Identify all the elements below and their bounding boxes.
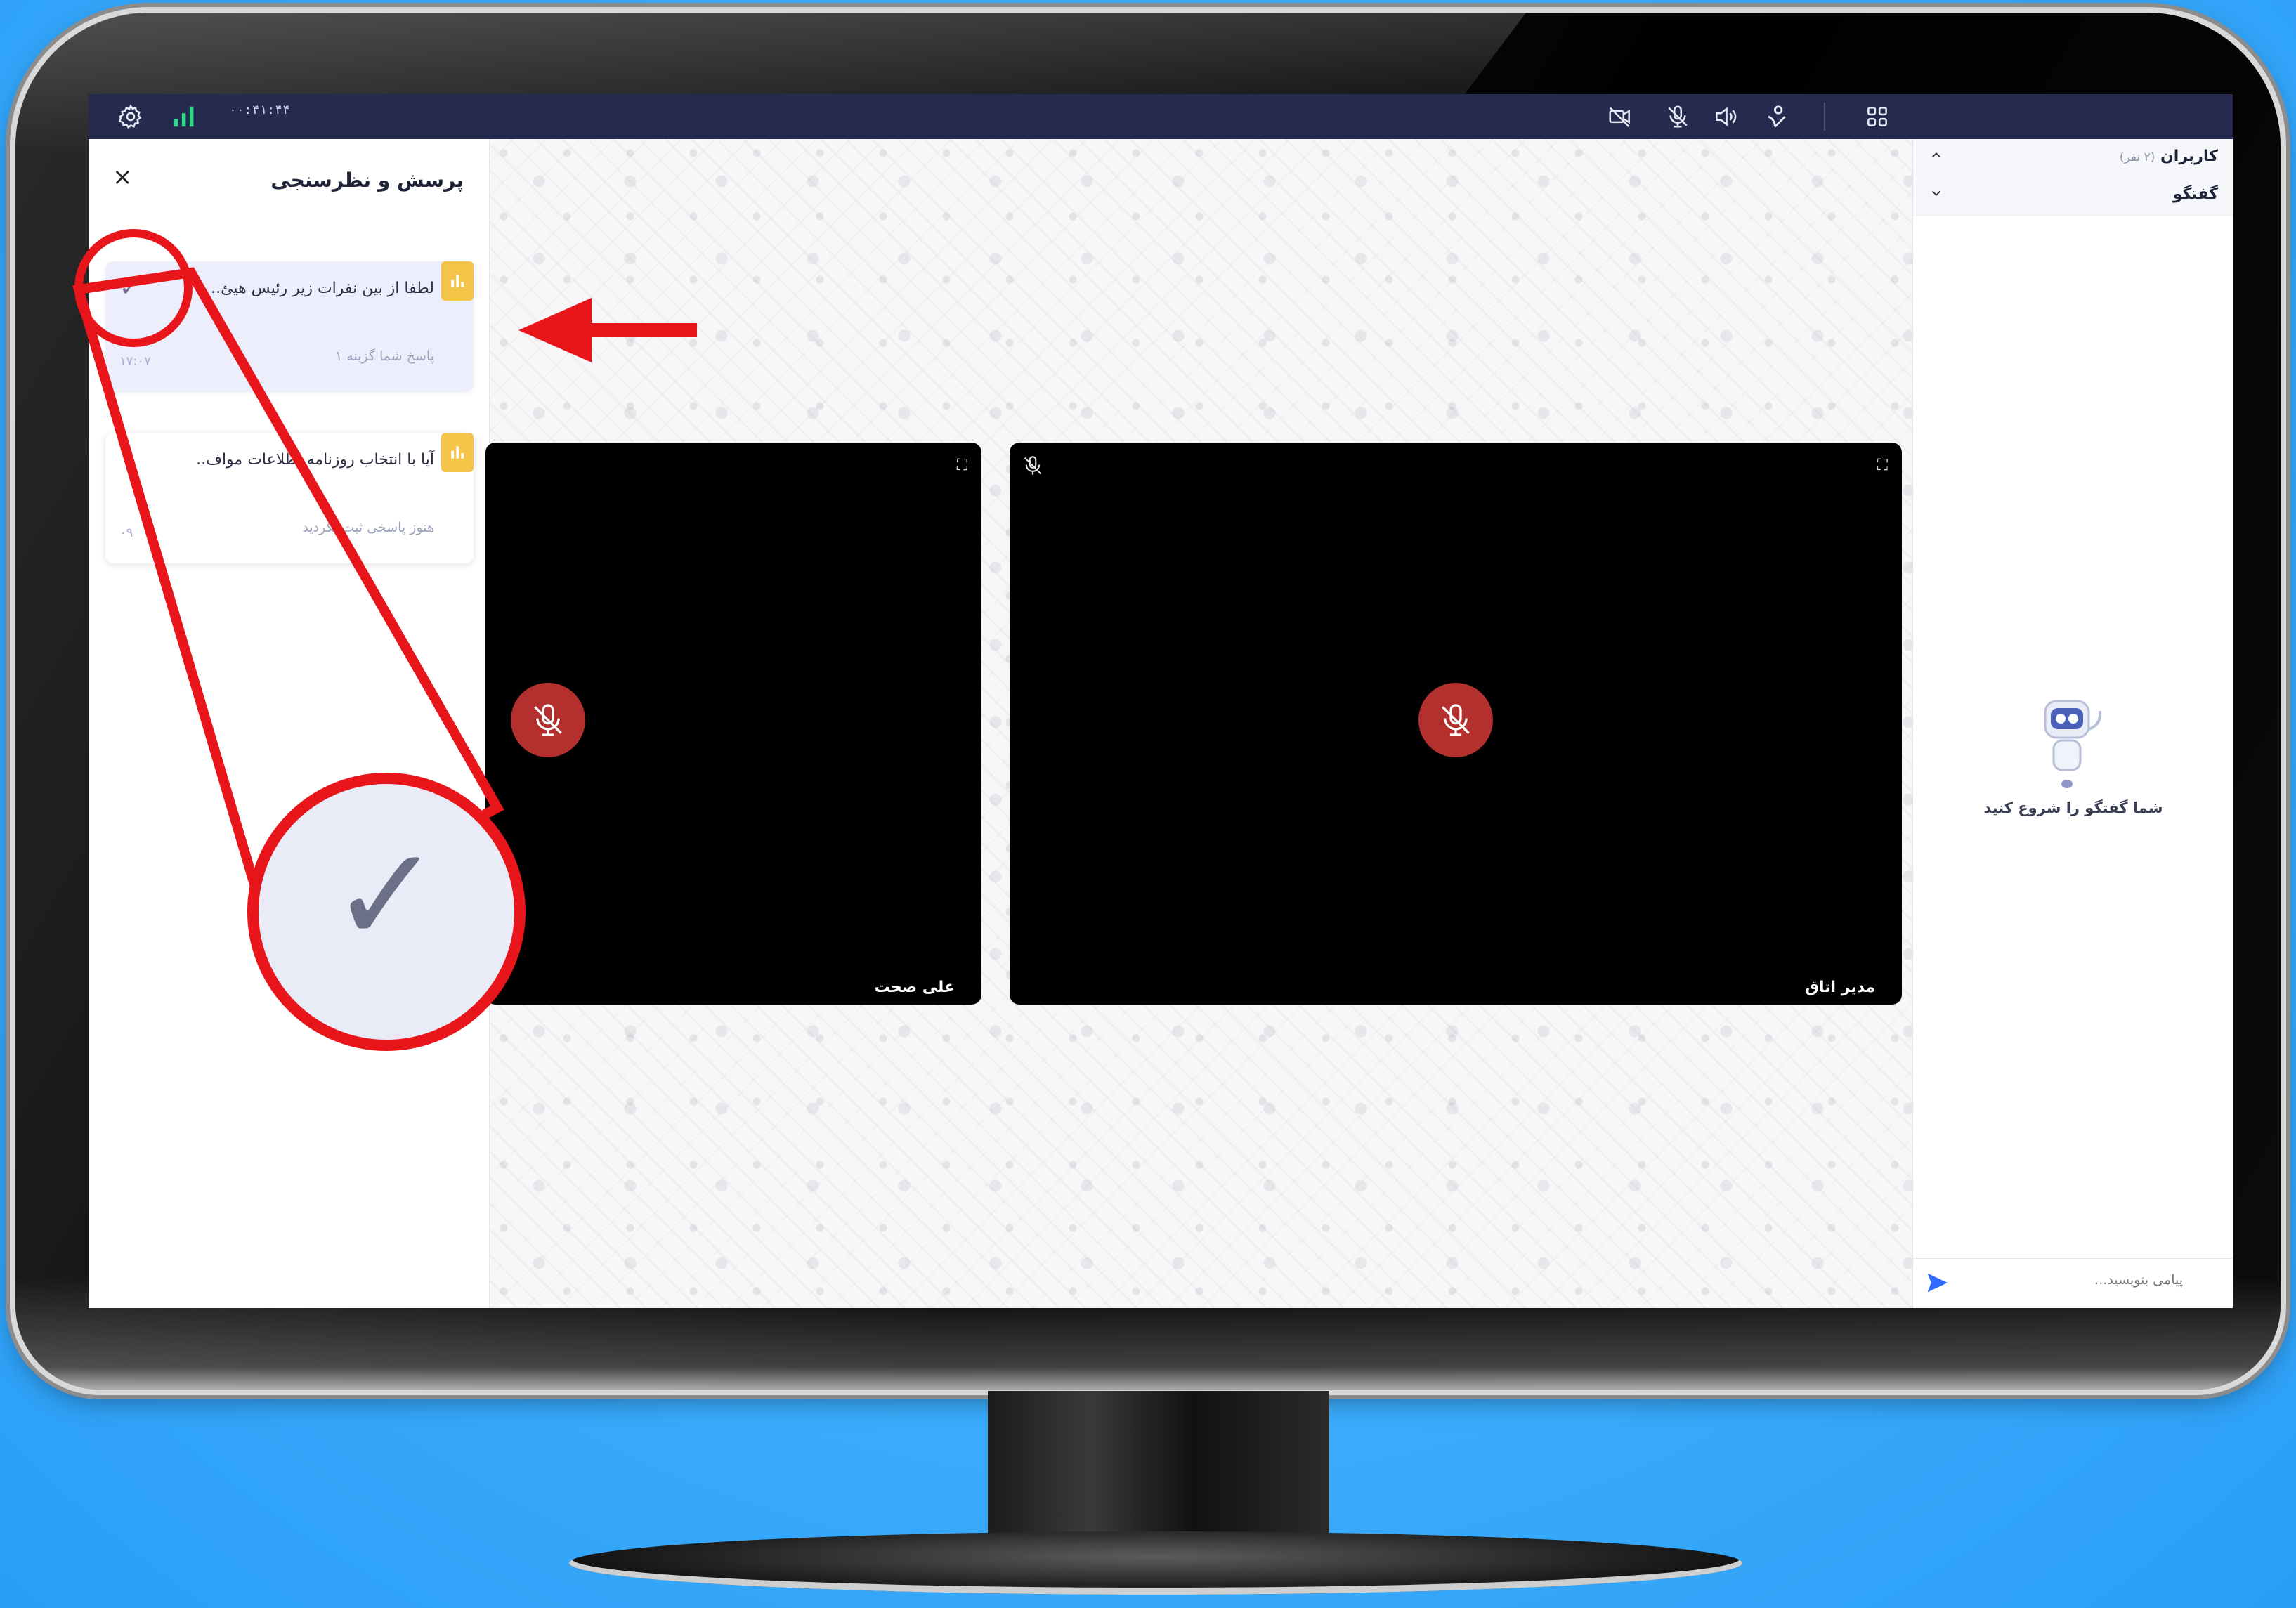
answered-check-icon: ✓ <box>119 274 140 302</box>
poll-card[interactable]: لطفا از بین نفرات زیر رئیس هیئ.. ✓ پاسخ … <box>105 261 474 392</box>
gear-icon[interactable] <box>110 94 152 139</box>
mic-off-icon[interactable] <box>1657 94 1699 139</box>
muted-mic-button[interactable] <box>1418 683 1493 757</box>
monitor-neck <box>988 1391 1329 1553</box>
signal-bars-icon <box>163 94 205 139</box>
video-tile[interactable]: ⛶ مدیر اتاق <box>1010 443 1902 1005</box>
camera-off-icon[interactable] <box>1599 94 1641 139</box>
monitor-base <box>569 1531 1742 1595</box>
users-label: کاربران (۲ نفر) <box>2120 148 2218 165</box>
bar-chart-icon <box>441 433 474 472</box>
poll-answer-status: هنوز پاسخی ثبت نکردید <box>302 520 434 535</box>
top-bar: ۰۰:۴۱:۴۴ <box>89 94 2233 139</box>
chevron-up-icon[interactable] <box>1929 148 1944 167</box>
participant-name: علی صحت <box>874 979 955 996</box>
robot-mascot-icon <box>2033 687 2124 795</box>
chat-message-input[interactable] <box>1971 1272 2184 1288</box>
participant-name: مدیر اتاق <box>1805 979 1875 996</box>
close-icon[interactable]: × <box>112 163 133 191</box>
poll-question: آیا با انتخاب روزنامه اطلاعات مواف.. <box>196 451 434 469</box>
chat-label: گفتگو <box>2172 185 2218 203</box>
speaker-icon[interactable] <box>1704 94 1747 139</box>
muted-mic-button[interactable] <box>511 683 585 757</box>
chat-panel: کاربران (۲ نفر) گفتگو شما گفتگو را شروع … <box>1912 139 2233 1308</box>
expand-icon[interactable]: ⛶ <box>1877 457 1888 474</box>
expand-icon[interactable]: ⛶ <box>957 457 967 474</box>
chevron-down-icon[interactable] <box>1929 185 1944 205</box>
raise-hand-icon[interactable] <box>1755 94 1797 139</box>
poll-panel-title: پرسش و نظرسنجی <box>270 169 464 192</box>
users-label-text: کاربران <box>2160 148 2218 165</box>
chat-empty-state: شما گفتگو را شروع کنید <box>1983 799 2163 816</box>
app-screen: ۰۰:۴۱:۴۴ پرسش و نظرسنجی × لطفا از بین نف… <box>89 94 2233 1308</box>
send-icon[interactable] <box>1923 1269 1951 1300</box>
users-section-header[interactable]: کاربران (۲ نفر) <box>1913 139 2233 178</box>
bar-chart-icon <box>441 261 474 301</box>
chat-compose <box>1913 1258 2233 1308</box>
poll-answer-status: پاسخ شما گزینه ۱ <box>334 348 434 364</box>
session-timer: ۰۰:۴۱:۴۴ <box>229 103 290 117</box>
poll-time: ۰۹ <box>119 525 133 540</box>
poll-time: ۱۷:۰۷ <box>119 354 151 369</box>
poll-question: لطفا از بین نفرات زیر رئیس هیئ.. <box>211 280 434 297</box>
poll-card[interactable]: آیا با انتخاب روزنامه اطلاعات مواف.. هنو… <box>105 433 474 563</box>
video-stage: ⛶ علی صحت ⛶ مدیر اتاق <box>485 139 1912 1308</box>
poll-panel: پرسش و نظرسنجی × لطفا از بین نفرات زیر ر… <box>89 139 490 1308</box>
mic-off-icon <box>1021 454 1045 481</box>
toolbar-separator <box>1824 103 1825 131</box>
layout-grid-icon[interactable] <box>1856 94 1898 139</box>
video-tile[interactable]: ⛶ علی صحت <box>485 443 981 1005</box>
zoomed-check-icon: ✓ <box>330 818 443 973</box>
users-count: (۲ نفر) <box>2119 150 2155 164</box>
chat-section-header[interactable]: گفتگو <box>1913 177 2233 216</box>
